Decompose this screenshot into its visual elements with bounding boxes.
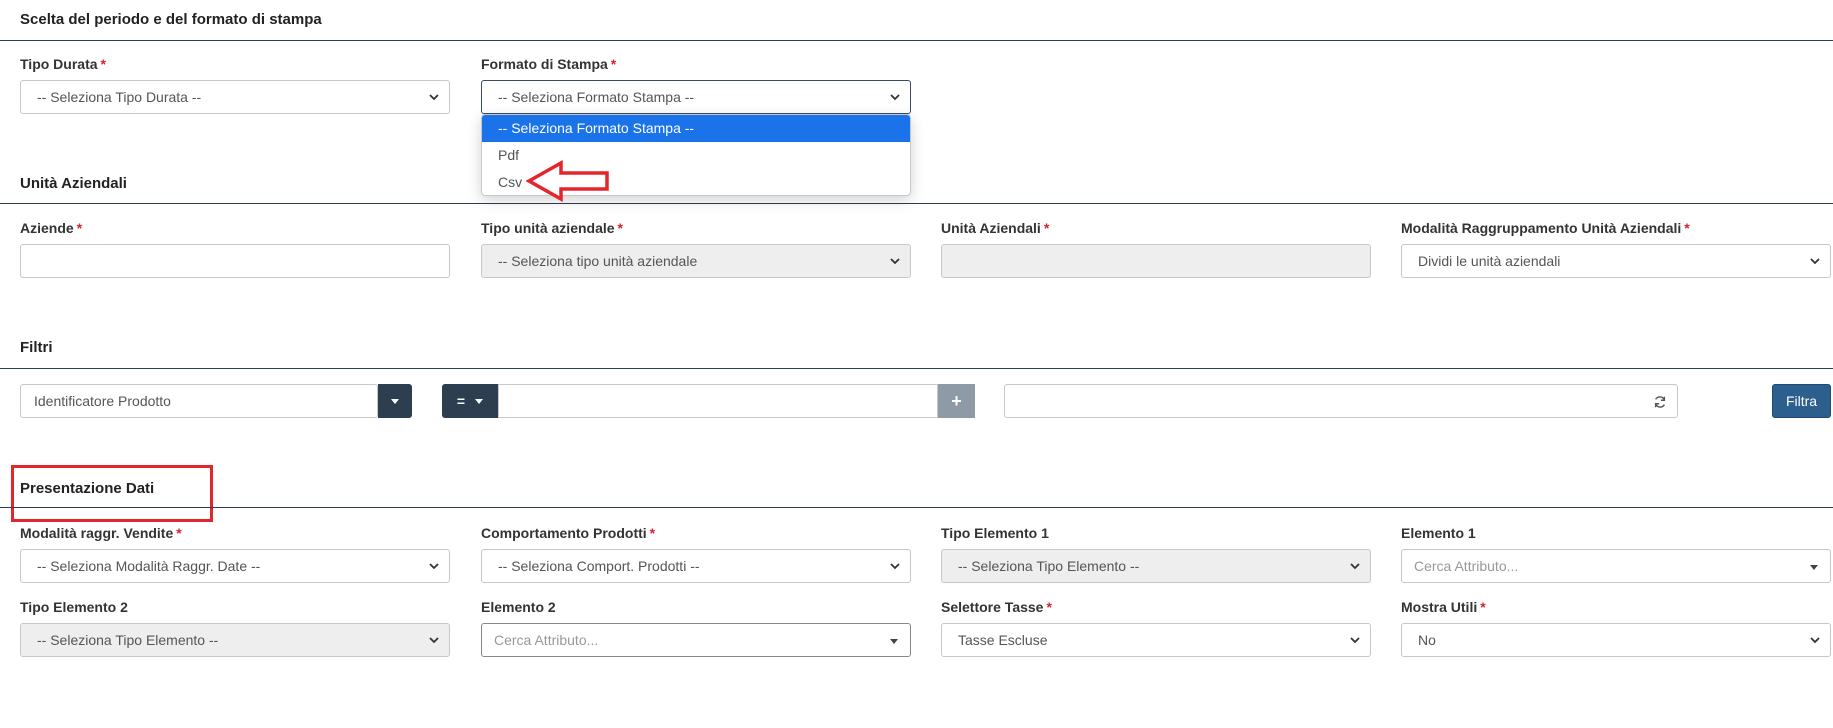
aziende-label: Aziende *: [20, 220, 83, 236]
filter-field-value: Identificatore Prodotto: [34, 393, 171, 409]
chevron-down-icon: [890, 563, 900, 570]
elemento-2-label: Elemento 2: [481, 599, 556, 615]
tipo-elemento-1-select[interactable]: -- Seleziona Tipo Elemento --: [941, 549, 1371, 583]
filter-operator-button[interactable]: =: [442, 384, 498, 418]
modalita-raggruppamento-value: Dividi le unità aziendali: [1418, 253, 1561, 269]
required-marker: *: [100, 56, 106, 72]
caret-down-icon: [391, 398, 399, 404]
elemento-1-label: Elemento 1: [1401, 525, 1476, 541]
caret-down-icon: [890, 639, 898, 644]
chevron-down-icon: [429, 563, 439, 570]
arrow-left-icon: [526, 160, 609, 202]
annotation-highlight-box: [11, 465, 213, 522]
modalita-vendite-select[interactable]: -- Seleziona Modalità Raggr. Date --: [20, 549, 450, 583]
tipo-durata-value: -- Seleziona Tipo Durata --: [37, 89, 202, 105]
mostra-utili-select[interactable]: No: [1401, 623, 1831, 657]
required-marker: *: [1684, 220, 1690, 236]
dropdown-option[interactable]: -- Seleziona Formato Stampa --: [482, 115, 910, 142]
filtra-button[interactable]: Filtra: [1772, 384, 1831, 418]
tipo-durata-label: Tipo Durata *: [20, 56, 106, 72]
section-title-period: Scelta del periodo e del formato di stam…: [20, 11, 322, 28]
required-marker: *: [1043, 220, 1050, 236]
required-marker: *: [1046, 599, 1052, 615]
divider: [0, 40, 1833, 41]
required-marker: *: [649, 525, 656, 541]
modalita-raggruppamento-label: Modalità Raggruppamento Unità Aziendali *: [1401, 220, 1690, 236]
chevron-down-icon: [890, 258, 900, 265]
section-title-units: Unità Aziendali: [20, 175, 127, 192]
divider: [0, 203, 1833, 204]
required-marker: *: [176, 525, 182, 541]
tipo-unita-value: -- Seleziona tipo unità aziendale: [498, 253, 698, 269]
chevron-down-icon: [429, 637, 439, 644]
elemento-2-placeholder: Cerca Attributo...: [494, 632, 599, 648]
comportamento-prodotti-select[interactable]: -- Seleziona Comport. Prodotti --: [481, 549, 911, 583]
mostra-utili-value: No: [1418, 632, 1436, 648]
unita-aziendali-input[interactable]: [941, 244, 1371, 278]
selettore-tasse-select[interactable]: Tasse Escluse: [941, 623, 1371, 657]
filter-field-dropdown-button[interactable]: [378, 384, 412, 418]
filter-value-input[interactable]: [498, 384, 938, 418]
tipo-unita-select[interactable]: -- Seleziona tipo unità aziendale: [481, 244, 911, 278]
chevron-down-icon: [890, 94, 900, 101]
unita-aziendali-label: Unità Aziendali *: [941, 220, 1050, 236]
modalita-vendite-label: Modalità raggr. Vendite *: [20, 525, 182, 541]
comportamento-prodotti-value: -- Seleziona Comport. Prodotti --: [498, 558, 700, 574]
required-marker: *: [76, 220, 83, 236]
plus-icon: +: [951, 390, 962, 411]
required-marker: *: [610, 56, 617, 72]
section-title-filters: Filtri: [20, 339, 53, 356]
tipo-durata-select[interactable]: -- Seleziona Tipo Durata --: [20, 80, 450, 114]
formato-stampa-select[interactable]: -- Seleziona Formato Stampa --: [481, 80, 911, 114]
required-marker: *: [617, 220, 623, 236]
caret-down-icon: [1810, 565, 1818, 570]
add-filter-button[interactable]: +: [938, 384, 975, 418]
aziende-input[interactable]: [20, 244, 450, 278]
comportamento-prodotti-label: Comportamento Prodotti *: [481, 525, 656, 541]
selettore-tasse-value: Tasse Escluse: [958, 632, 1048, 648]
tipo-elemento-2-label: Tipo Elemento 2: [20, 599, 128, 615]
modalita-vendite-value: -- Seleziona Modalità Raggr. Date --: [37, 558, 261, 574]
elemento-1-select[interactable]: Cerca Attributo...: [1401, 549, 1831, 583]
chevron-down-icon: [1350, 637, 1360, 644]
formato-stampa-label: Formato di Stampa *: [481, 56, 617, 72]
mostra-utili-label: Mostra Utili *: [1401, 599, 1486, 615]
divider: [0, 507, 1833, 508]
selettore-tasse-label: Selettore Tasse *: [941, 599, 1052, 615]
chevron-down-icon: [1810, 637, 1820, 644]
chevron-down-icon: [1350, 563, 1360, 570]
tipo-elemento-1-value: -- Seleziona Tipo Elemento --: [958, 558, 1140, 574]
operator-label: =: [456, 393, 466, 409]
refresh-icon[interactable]: [1653, 395, 1667, 409]
required-marker: *: [1480, 599, 1486, 615]
filter-result-input[interactable]: [1004, 384, 1678, 418]
tipo-elemento-1-label: Tipo Elemento 1: [941, 525, 1049, 541]
filter-field-select[interactable]: Identificatore Prodotto: [20, 384, 378, 418]
chevron-down-icon: [429, 94, 439, 101]
caret-down-icon: [475, 398, 484, 404]
divider: [0, 368, 1833, 369]
modalita-raggruppamento-select[interactable]: Dividi le unità aziendali: [1401, 244, 1831, 278]
chevron-down-icon: [1810, 258, 1820, 265]
tipo-unita-label: Tipo unità aziendale *: [481, 220, 623, 236]
tipo-elemento-2-value: -- Seleziona Tipo Elemento --: [37, 632, 219, 648]
tipo-elemento-2-select[interactable]: -- Seleziona Tipo Elemento --: [20, 623, 450, 657]
formato-stampa-value: -- Seleziona Formato Stampa --: [498, 89, 695, 105]
elemento-1-placeholder: Cerca Attributo...: [1414, 558, 1519, 574]
elemento-2-select[interactable]: Cerca Attributo...: [481, 623, 911, 657]
